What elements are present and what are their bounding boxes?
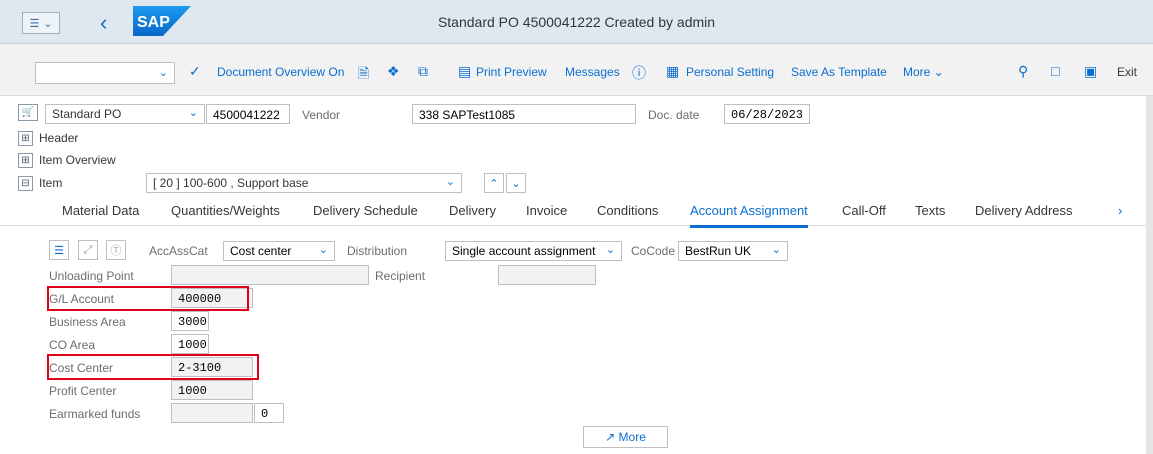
gl-account-field[interactable]: 400000	[171, 288, 253, 308]
chevron-down-icon: ⌄	[318, 244, 328, 256]
more-button-label: More	[618, 430, 646, 444]
expand-icon[interactable]: ⊞	[18, 130, 33, 146]
doc-type-select[interactable]: Standard PO ⌄	[45, 104, 205, 124]
item-value: [ 20 ] 100-600 , Support base	[153, 176, 309, 190]
personal-setting-button[interactable]: Personal Setting	[686, 65, 774, 79]
messages-button[interactable]: Messages	[565, 65, 620, 79]
window-restore-icon[interactable]: ▣	[1084, 63, 1097, 80]
exit-button[interactable]: Exit	[1117, 65, 1137, 79]
item-overview-label: Item Overview	[39, 153, 116, 167]
save-as-template-button[interactable]: Save As Template	[791, 65, 887, 79]
earmarked-funds-field[interactable]	[171, 403, 253, 423]
tab-conditions[interactable]: Conditions	[597, 203, 658, 218]
more-menu-button[interactable]: More ⌄	[903, 65, 944, 79]
earmarked-funds-item-field[interactable]: 0	[254, 403, 284, 423]
recipient-label: Recipient	[375, 269, 426, 283]
chevron-down-icon: ⌄	[445, 176, 455, 188]
more-button[interactable]: ↗ More	[583, 426, 668, 448]
cart-icon: 🛒	[18, 104, 38, 121]
profit-center-field[interactable]: 1000	[171, 380, 253, 400]
recipient-field[interactable]	[498, 265, 596, 285]
accasscat-value: Cost center	[230, 244, 292, 258]
settings-icon: ▦	[666, 63, 680, 79]
item-toggle[interactable]: ⊟ Item	[18, 173, 62, 193]
cost-center-label: Cost Center	[49, 361, 114, 375]
previous-item-button[interactable]: ⌃	[484, 173, 504, 193]
po-number-field[interactable]: 4500041222	[206, 104, 290, 124]
tab-invoice[interactable]: Invoice	[526, 203, 567, 218]
unloading-point-field[interactable]	[171, 265, 369, 285]
header-section-toggle[interactable]: ⊞ Header	[18, 128, 78, 148]
cocode-value: BestRun UK	[685, 244, 752, 258]
more-label: More	[903, 65, 931, 79]
cocode-select[interactable]: BestRun UK ⌄	[678, 241, 788, 261]
accasscat-label: AccAssCat	[149, 244, 208, 258]
tab-delivery[interactable]: Delivery	[449, 203, 496, 218]
business-area-label: Business Area	[49, 315, 126, 329]
list-view-icon[interactable]: ☰	[49, 240, 69, 260]
toolbar: ⌄ ✓ Document Overview On 🗎 ❖ ⧉ ▤ Print P…	[0, 44, 1153, 96]
distribution-value: Single account assignment	[452, 244, 596, 258]
co-area-label: CO Area	[49, 338, 96, 352]
gl-account-label: G/L Account	[49, 292, 114, 306]
tab-quantities-weights[interactable]: Quantities/Weights	[171, 203, 280, 218]
command-field[interactable]: ⌄	[35, 62, 175, 84]
document-icon[interactable]: 🗎	[358, 63, 369, 87]
currency-icon[interactable]: Ⓣ	[106, 240, 126, 260]
chevron-down-icon: ⌄	[188, 107, 198, 119]
vertical-scrollbar[interactable]	[1146, 96, 1153, 454]
doc-type-value: Standard PO	[52, 107, 122, 121]
tab-delivery-schedule[interactable]: Delivery Schedule	[313, 203, 418, 218]
collapse-icon[interactable]: ⊟	[18, 175, 33, 191]
item-label: Item	[39, 176, 63, 190]
next-item-button[interactable]: ⌄	[506, 173, 526, 193]
cost-center-field[interactable]: 2-3100	[171, 357, 253, 377]
copy-icon[interactable]: ⧉	[418, 63, 428, 80]
expand-icon[interactable]: ⊞	[18, 152, 33, 168]
item-select[interactable]: [ 20 ] 100-600 , Support base ⌄	[146, 173, 462, 193]
chevron-down-icon: ⌄	[158, 67, 168, 79]
document-overview-button[interactable]: Document Overview On	[217, 65, 344, 79]
doc-date-field[interactable]: 06/28/2023	[724, 104, 810, 124]
open-icon: ↗	[605, 430, 616, 444]
accasscat-select[interactable]: Cost center ⌄	[223, 241, 335, 261]
title-bar: ☰ ⌄ ‹ SAP Standard PO 4500041222 Created…	[0, 0, 1153, 44]
vendor-field[interactable]: 338 SAPTest1085	[412, 104, 636, 124]
business-area-field[interactable]: 3000	[171, 311, 209, 331]
search-icon[interactable]: ⚲	[1018, 63, 1028, 80]
doc-date-label: Doc. date	[648, 108, 700, 122]
tab-call-off[interactable]: Call-Off	[842, 203, 886, 218]
tab-delivery-address[interactable]: Delivery Address	[975, 203, 1073, 218]
print-icon: ▤	[458, 63, 472, 79]
print-preview-button[interactable]: Print Preview	[476, 65, 547, 79]
earmarked-funds-label: Earmarked funds	[49, 407, 141, 421]
chevron-down-icon: ⌄	[605, 244, 615, 256]
cocode-label: CoCode	[631, 244, 676, 258]
tab-material-data[interactable]: Material Data	[62, 203, 139, 218]
tabs-more-icon[interactable]: ›	[1118, 203, 1122, 218]
unloading-point-label: Unloading Point	[49, 269, 134, 283]
page-title: Standard PO 4500041222 Created by admin	[437, 14, 716, 30]
tab-account-assignment[interactable]: Account Assignment	[690, 203, 808, 228]
glasses-icon[interactable]: ❖	[387, 63, 400, 80]
tab-texts[interactable]: Texts	[915, 203, 945, 218]
vendor-label: Vendor	[302, 108, 341, 122]
header-label: Header	[39, 131, 79, 145]
account-assignment-panel: ☰ ⤢ Ⓣ AccAssCat Cost center ⌄ Distributi…	[40, 238, 1100, 454]
co-area-field[interactable]: 1000	[171, 334, 209, 354]
item-detail-tabs: Material Data Quantities/Weights Deliver…	[0, 196, 1146, 228]
distribution-label: Distribution	[347, 244, 408, 258]
profit-center-label: Profit Center	[49, 384, 117, 398]
edit-icon[interactable]: ⤢	[78, 240, 98, 260]
distribution-select[interactable]: Single account assignment ⌄	[445, 241, 622, 261]
item-overview-toggle[interactable]: ⊞ Item Overview	[18, 150, 116, 170]
chevron-down-icon: ⌄	[771, 244, 781, 256]
info-icon[interactable]: ⓘ	[632, 63, 646, 83]
window-icon[interactable]: □	[1051, 63, 1059, 79]
check-icon[interactable]: ✓	[189, 63, 201, 80]
